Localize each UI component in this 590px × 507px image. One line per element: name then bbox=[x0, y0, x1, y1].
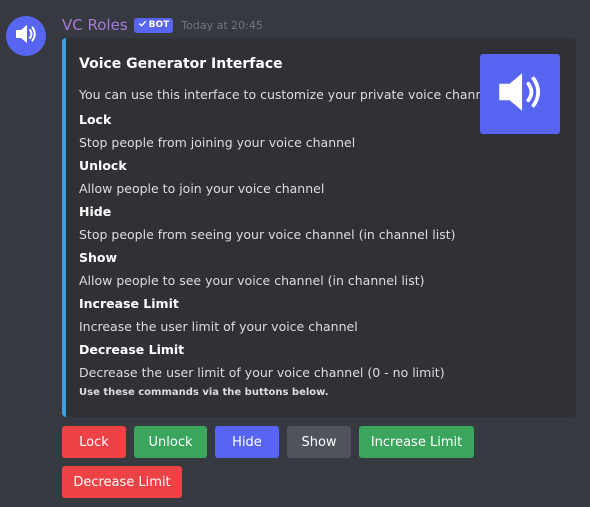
unlock-button[interactable]: Unlock bbox=[134, 426, 207, 458]
embed-field-unlock: Unlock Allow people to join your voice c… bbox=[79, 158, 324, 196]
increase-limit-button[interactable]: Increase Limit bbox=[359, 426, 474, 458]
embed: Voice Generator Interface You can use th… bbox=[62, 38, 576, 417]
embed-field-hide: Hide Stop people from seeing your voice … bbox=[79, 204, 455, 242]
field-value: Stop people from seeing your voice chann… bbox=[79, 227, 456, 242]
bot-tag-label: BOT bbox=[148, 20, 170, 30]
embed-title: Voice Generator Interface bbox=[79, 56, 283, 72]
embed-field-show: Show Allow people to see your voice chan… bbox=[79, 250, 425, 288]
hide-button[interactable]: Hide bbox=[215, 426, 279, 458]
checkmark-icon bbox=[138, 19, 147, 31]
message-header: VC Roles BOT Today at 20:45 bbox=[62, 15, 263, 35]
field-value: Stop people from joining your voice chan… bbox=[79, 135, 356, 150]
speaker-icon bbox=[493, 65, 547, 123]
field-name: Hide bbox=[79, 204, 112, 219]
decrease-limit-button[interactable]: Decrease Limit bbox=[62, 466, 182, 498]
username[interactable]: VC Roles bbox=[62, 16, 128, 34]
bot-tag: BOT bbox=[133, 17, 174, 33]
lock-button[interactable]: Lock bbox=[62, 426, 126, 458]
embed-thumbnail[interactable] bbox=[480, 54, 560, 134]
field-name: Show bbox=[79, 250, 118, 265]
show-button[interactable]: Show bbox=[287, 426, 351, 458]
embed-field-increase-limit: Increase Limit Increase the user limit o… bbox=[79, 296, 358, 334]
field-name: Decrease Limit bbox=[79, 342, 185, 357]
embed-footer: Use these commands via the buttons below… bbox=[79, 387, 329, 398]
embed-field-decrease-limit: Decrease Limit Decrease the user limit o… bbox=[79, 342, 445, 380]
field-value: Allow people to see your voice channel (… bbox=[79, 273, 425, 288]
field-name: Unlock bbox=[79, 158, 127, 173]
field-name: Increase Limit bbox=[79, 296, 179, 311]
speaker-icon bbox=[13, 21, 39, 51]
field-value: Decrease the user limit of your voice ch… bbox=[79, 365, 445, 380]
bot-avatar[interactable] bbox=[6, 16, 46, 56]
field-name: Lock bbox=[79, 112, 112, 127]
field-value: Increase the user limit of your voice ch… bbox=[79, 319, 358, 334]
embed-description: You can use this interface to customize … bbox=[79, 87, 499, 102]
embed-field-lock: Lock Stop people from joining your voice… bbox=[79, 112, 355, 150]
field-value: Allow people to join your voice channel bbox=[79, 181, 325, 196]
timestamp[interactable]: Today at 20:45 bbox=[181, 19, 263, 32]
